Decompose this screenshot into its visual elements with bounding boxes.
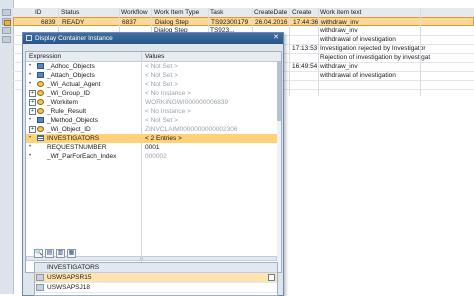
node-value: 0001: [145, 144, 160, 151]
node-value: ZINVCLAIM0000000000002306: [145, 126, 238, 133]
tree-node[interactable]: • REQUESTNUMBER 0001: [26, 143, 281, 152]
expand-icon[interactable]: +: [29, 90, 36, 97]
tree-node[interactable]: + _Workitem WORKINGWI000000006839: [26, 98, 281, 107]
close-icon[interactable]: ✕: [272, 34, 280, 42]
node-name: _Adhoc_Objects: [47, 63, 95, 70]
window-icon: [26, 35, 32, 41]
bullet-icon: •: [29, 72, 32, 78]
field-icon: [37, 90, 44, 96]
tree-node[interactable]: + _Wi_Group_ID < No Instance >: [26, 89, 281, 98]
node-value: < Not Set >: [145, 63, 178, 70]
expand-icon[interactable]: +: [29, 99, 36, 106]
vertical-scrollbar[interactable]: [277, 61, 281, 272]
tree-node[interactable]: • _Attach_Objects < Not Set >: [26, 71, 281, 80]
investigators-table: INVESTIGATORS USWSAPSR15 USWSAPSJ18: [34, 262, 278, 296]
investigators-column[interactable]: INVESTIGATORS: [47, 264, 99, 271]
field-icon: [37, 99, 44, 105]
field-icon: [37, 108, 44, 114]
table-row[interactable]: 6839 READY 6837 Dialog Step TS92300179 2…: [4, 17, 474, 26]
bullet-icon: •: [29, 153, 32, 159]
table-row[interactable]: USWSAPSR15: [35, 273, 277, 283]
col-task[interactable]: Task: [210, 9, 223, 16]
bullet-icon: •: [29, 144, 32, 150]
table-row[interactable]: USWSAPSJ18: [35, 283, 277, 293]
tree-node[interactable]: • _Method_Objects < Not Set >: [26, 116, 281, 125]
tree-node[interactable]: • _Adhoc_Objects < Not Set >: [26, 62, 281, 71]
object-icon: [37, 63, 44, 69]
col-values[interactable]: Values: [145, 53, 164, 60]
tree-node[interactable]: • INVESTIGATORS < 2 Entries >: [26, 134, 281, 143]
tree-node[interactable]: + _Rule_Result < No Instance >: [26, 107, 281, 116]
bullet-icon: •: [29, 117, 32, 123]
expand-icon[interactable]: +: [29, 108, 36, 115]
row-selector[interactable]: [2, 27, 11, 34]
tree-node[interactable]: • _Wf_ParForEach_Index 000002: [26, 152, 281, 161]
field-icon: [37, 81, 44, 87]
expand-icon[interactable]: +: [29, 126, 36, 133]
bullet-icon: •: [29, 63, 32, 69]
bullet-icon: •: [29, 81, 32, 87]
expression-hscrollbar[interactable]: [26, 256, 141, 261]
node-name: _Wi_Group_ID: [47, 90, 90, 97]
container-instance-dialog: Display Container Instance ✕ Expression …: [22, 32, 284, 296]
node-name: _Rule_Result: [47, 108, 87, 115]
column-divider: [318, 8, 319, 96]
node-name: _Attach_Objects: [47, 72, 95, 79]
node-name: _Wf_ParForEach_Index: [47, 153, 117, 160]
node-value: < Not Set >: [145, 81, 178, 88]
row-selector[interactable]: [2, 9, 11, 16]
find-button[interactable]: 🔍: [34, 249, 43, 258]
node-value: < 2 Entries >: [145, 135, 182, 142]
col-text[interactable]: Work item text: [320, 9, 361, 16]
node-value: WORKINGWI000000006839: [145, 99, 229, 106]
node-value: < No Instance >: [145, 90, 191, 97]
details-button[interactable]: ▤: [45, 249, 54, 258]
row-selector-column: [0, 0, 14, 294]
node-value: 000002: [145, 153, 167, 160]
investigators-header: INVESTIGATORS: [35, 263, 277, 273]
column-divider: [420, 8, 421, 96]
node-value: < No Instance >: [145, 108, 191, 115]
node-name: _Wi_Object_ID: [47, 126, 91, 133]
export-button[interactable]: ▦: [67, 249, 76, 258]
bullet-icon: •: [29, 135, 32, 141]
row-selector[interactable]: [2, 36, 11, 43]
table-icon: [37, 135, 44, 141]
node-value: < Not Set >: [145, 72, 178, 79]
col-id[interactable]: ID: [35, 9, 42, 16]
node-name: REQUESTNUMBER: [47, 144, 107, 151]
scroll-thumb[interactable]: [277, 61, 281, 121]
dialog-title: Display Container Instance: [35, 35, 113, 42]
col-createtime[interactable]: Create: [292, 9, 312, 16]
col-status[interactable]: Status: [61, 9, 79, 16]
node-name: _Wi_Actual_Agent: [47, 81, 101, 88]
col-expression[interactable]: Expression: [29, 53, 61, 60]
row-selector[interactable]: [36, 284, 44, 291]
object-icon: [37, 72, 44, 78]
node-name: _Workitem: [47, 99, 78, 106]
col-type[interactable]: Work Item Type: [154, 9, 199, 16]
node-name: _Method_Objects: [47, 117, 98, 124]
tree-node[interactable]: + _Wi_Object_ID ZINVCLAIM0000000000002306: [26, 125, 281, 134]
edit-icon[interactable]: [268, 274, 275, 281]
object-icon: [37, 117, 44, 123]
node-value: < Not Set >: [145, 117, 178, 124]
dialog-title-bar[interactable]: Display Container Instance ✕: [23, 33, 283, 44]
container-tree: Expression Values • _Adhoc_Objects < Not S…: [25, 51, 282, 273]
tree-node[interactable]: • _Wi_Actual_Agent < Not Set >: [26, 80, 281, 89]
values-hscrollbar[interactable]: [142, 256, 277, 261]
row-selector[interactable]: [36, 274, 44, 281]
col-workflow[interactable]: Workflow: [121, 9, 148, 16]
layout-button[interactable]: ▥: [56, 249, 65, 258]
field-icon: [37, 126, 44, 132]
node-name: INVESTIGATORS: [47, 135, 100, 142]
column-divider: [289, 8, 290, 96]
tree-header: Expression Values: [26, 52, 281, 62]
col-createdate[interactable]: CreateDate: [254, 9, 287, 16]
